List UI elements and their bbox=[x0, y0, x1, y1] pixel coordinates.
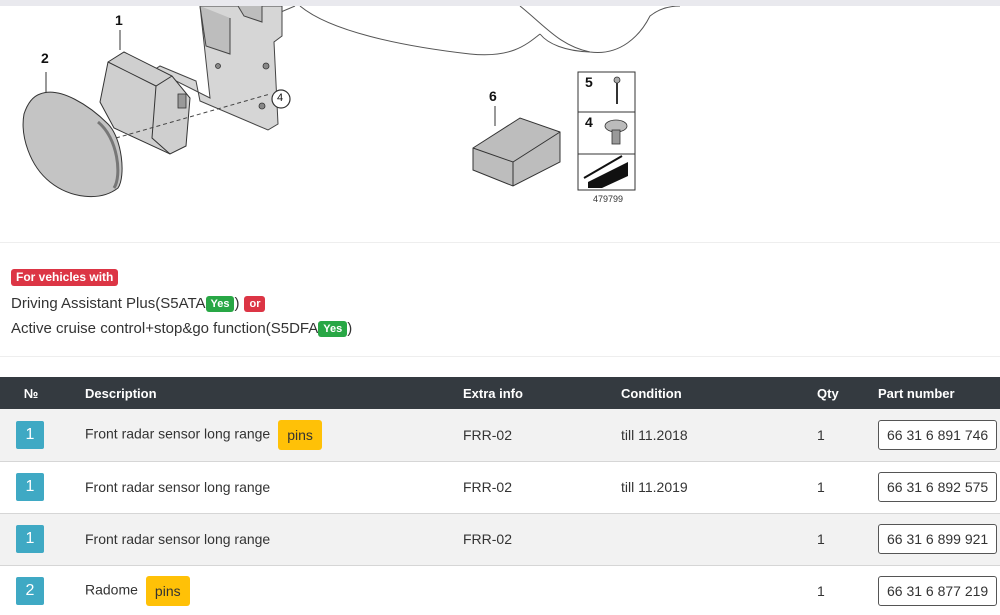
extra-info: FRR-02 bbox=[463, 409, 621, 462]
col-header-condition: Condition bbox=[621, 377, 817, 409]
pins-badge[interactable]: pins bbox=[278, 419, 322, 450]
col-header-part-number: Part number bbox=[878, 377, 1000, 409]
parts-table: № Description Extra info Condition Qty P… bbox=[0, 377, 1000, 615]
callout-1: 1 bbox=[115, 12, 123, 28]
part-number-button[interactable]: 66 31 6 892 575 bbox=[878, 472, 998, 502]
part-number-button[interactable]: 66 31 6 899 921 bbox=[878, 524, 998, 554]
condition-text: Active cruise control+stop&go function(S… bbox=[11, 320, 319, 337]
callout-4-circled: 4 bbox=[277, 92, 284, 104]
col-header-extra-info: Extra info bbox=[463, 377, 621, 409]
divider bbox=[0, 242, 1000, 243]
extra-info: FRR-02 bbox=[463, 461, 621, 514]
part-number-button[interactable]: 66 31 6 877 219 bbox=[878, 576, 998, 606]
table-row[interactable]: 1 Front radar sensor long range FRR-02 t… bbox=[0, 461, 1000, 514]
callout-5: 5 bbox=[585, 74, 593, 90]
part-description: Radome bbox=[85, 581, 138, 598]
for-vehicles-badge: For vehicles with bbox=[11, 269, 119, 286]
condition: till 11.2019 bbox=[621, 461, 817, 514]
condition: till 11.2018 bbox=[621, 409, 817, 462]
condition-text: Driving Assistant Plus(S5ATA bbox=[11, 295, 206, 312]
col-header-no: № bbox=[0, 377, 62, 409]
yes-badge: Yes bbox=[205, 296, 235, 312]
condition-suffix: ) bbox=[347, 320, 353, 337]
table-header: № Description Extra info Condition Qty P… bbox=[0, 377, 1000, 409]
qty: 1 bbox=[817, 409, 878, 462]
figure-id: 479799 bbox=[593, 194, 624, 204]
divider bbox=[0, 356, 1000, 357]
diagram-drawing bbox=[22, 6, 681, 198]
yes-badge: Yes bbox=[318, 321, 348, 337]
position-number[interactable]: 1 bbox=[16, 525, 44, 553]
table-row[interactable]: 1 Front radar sensor long range pins FRR-… bbox=[0, 409, 1000, 462]
parts-diagram: 1 2 4 6 5 4 479799 bbox=[0, 6, 1000, 242]
condition bbox=[621, 513, 817, 566]
condition-suffix: ) bbox=[234, 295, 240, 312]
qty: 1 bbox=[817, 461, 878, 514]
extra-info: FRR-02 bbox=[463, 513, 621, 566]
position-number[interactable]: 1 bbox=[16, 473, 44, 501]
part-description: Front radar sensor long range bbox=[85, 425, 271, 442]
part-number-button[interactable]: 66 31 6 891 746 bbox=[878, 419, 998, 450]
table-row[interactable]: 1 Front radar sensor long range FRR-02 1… bbox=[0, 513, 1000, 566]
condition-line-2: Active cruise control+stop&go function(S… bbox=[11, 316, 991, 341]
qty: 1 bbox=[817, 565, 878, 615]
condition-line-1: Driving Assistant Plus(S5ATA Yes) or bbox=[11, 291, 991, 316]
col-header-description: Description bbox=[62, 377, 463, 409]
vehicle-conditions: For vehicles with Driving Assistant Plus… bbox=[11, 268, 991, 341]
part-description: Front radar sensor long range bbox=[85, 479, 271, 495]
position-number[interactable]: 1 bbox=[16, 420, 44, 449]
callout-4: 4 bbox=[585, 114, 593, 130]
or-badge: or bbox=[244, 296, 266, 312]
col-header-qty: Qty bbox=[817, 377, 878, 409]
pins-badge[interactable]: pins bbox=[145, 576, 190, 606]
callout-2: 2 bbox=[41, 50, 49, 66]
condition bbox=[621, 565, 817, 615]
extra-info bbox=[463, 565, 621, 615]
part-description: Front radar sensor long range bbox=[85, 531, 271, 547]
callout-6: 6 bbox=[489, 88, 497, 104]
position-number[interactable]: 2 bbox=[16, 577, 44, 605]
table-row[interactable]: 2 Radome pins 1 66 31 6 877 219 bbox=[0, 565, 1000, 615]
qty: 1 bbox=[817, 513, 878, 566]
